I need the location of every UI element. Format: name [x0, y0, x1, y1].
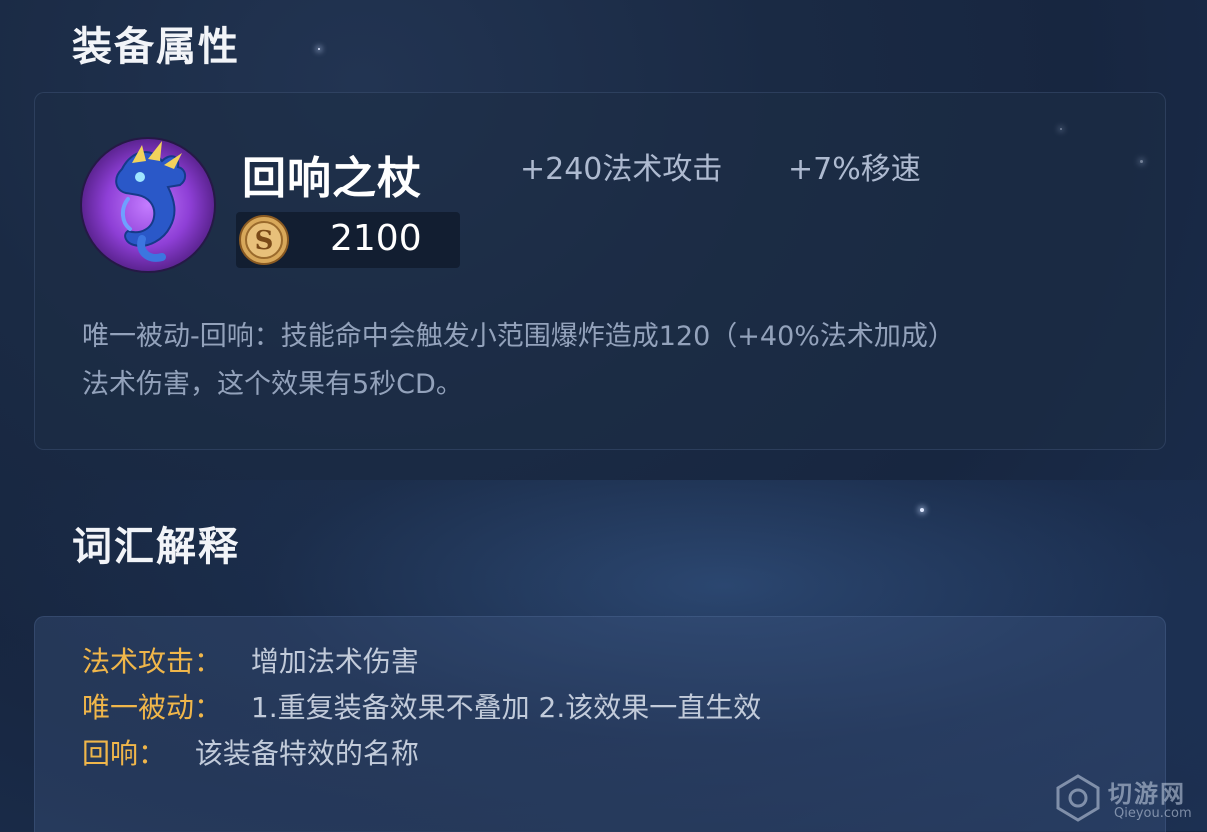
- glossary-term: 唯一被动：: [82, 691, 223, 724]
- glossary-definition: 增加法术伤害: [250, 645, 419, 678]
- item-description-line: 唯一被动-回响：技能命中会触发小范围爆炸造成120（+40%法术加成）: [82, 321, 955, 352]
- gold-coin-icon: S: [238, 214, 290, 266]
- item-description-line: 法术伤害，这个效果有5秒CD。: [82, 369, 463, 400]
- star: [318, 48, 320, 50]
- star: [920, 508, 924, 512]
- glossary-term: 回响：: [82, 737, 167, 770]
- glossary-entry: 回响： 该装备特效的名称: [82, 732, 419, 772]
- dragon-staff-icon: [82, 139, 214, 271]
- item-name: 回响之杖: [242, 153, 422, 204]
- glossary-entry: 法术攻击： 增加法术伤害: [82, 640, 419, 680]
- stat-magic-attack: +240法术攻击: [520, 152, 723, 187]
- glossary-term: 法术攻击：: [82, 645, 223, 678]
- svg-text:S: S: [255, 226, 274, 256]
- glossary-definition: 该装备特效的名称: [194, 737, 419, 770]
- glossary-entry: 唯一被动： 1.重复装备效果不叠加 2.该效果一直生效: [82, 686, 761, 726]
- stat-move-speed: +7%移速: [788, 152, 921, 187]
- attributes-section-title: 装备属性: [72, 24, 240, 70]
- glossary-section-title: 词汇解释: [72, 524, 240, 570]
- watermark-sub: Qieyou.com: [1114, 806, 1192, 821]
- watermark-text: 切游网: [1108, 780, 1186, 808]
- glossary-definition: 1.重复装备效果不叠加 2.该效果一直生效: [250, 691, 762, 724]
- item-price: 2100: [330, 218, 422, 259]
